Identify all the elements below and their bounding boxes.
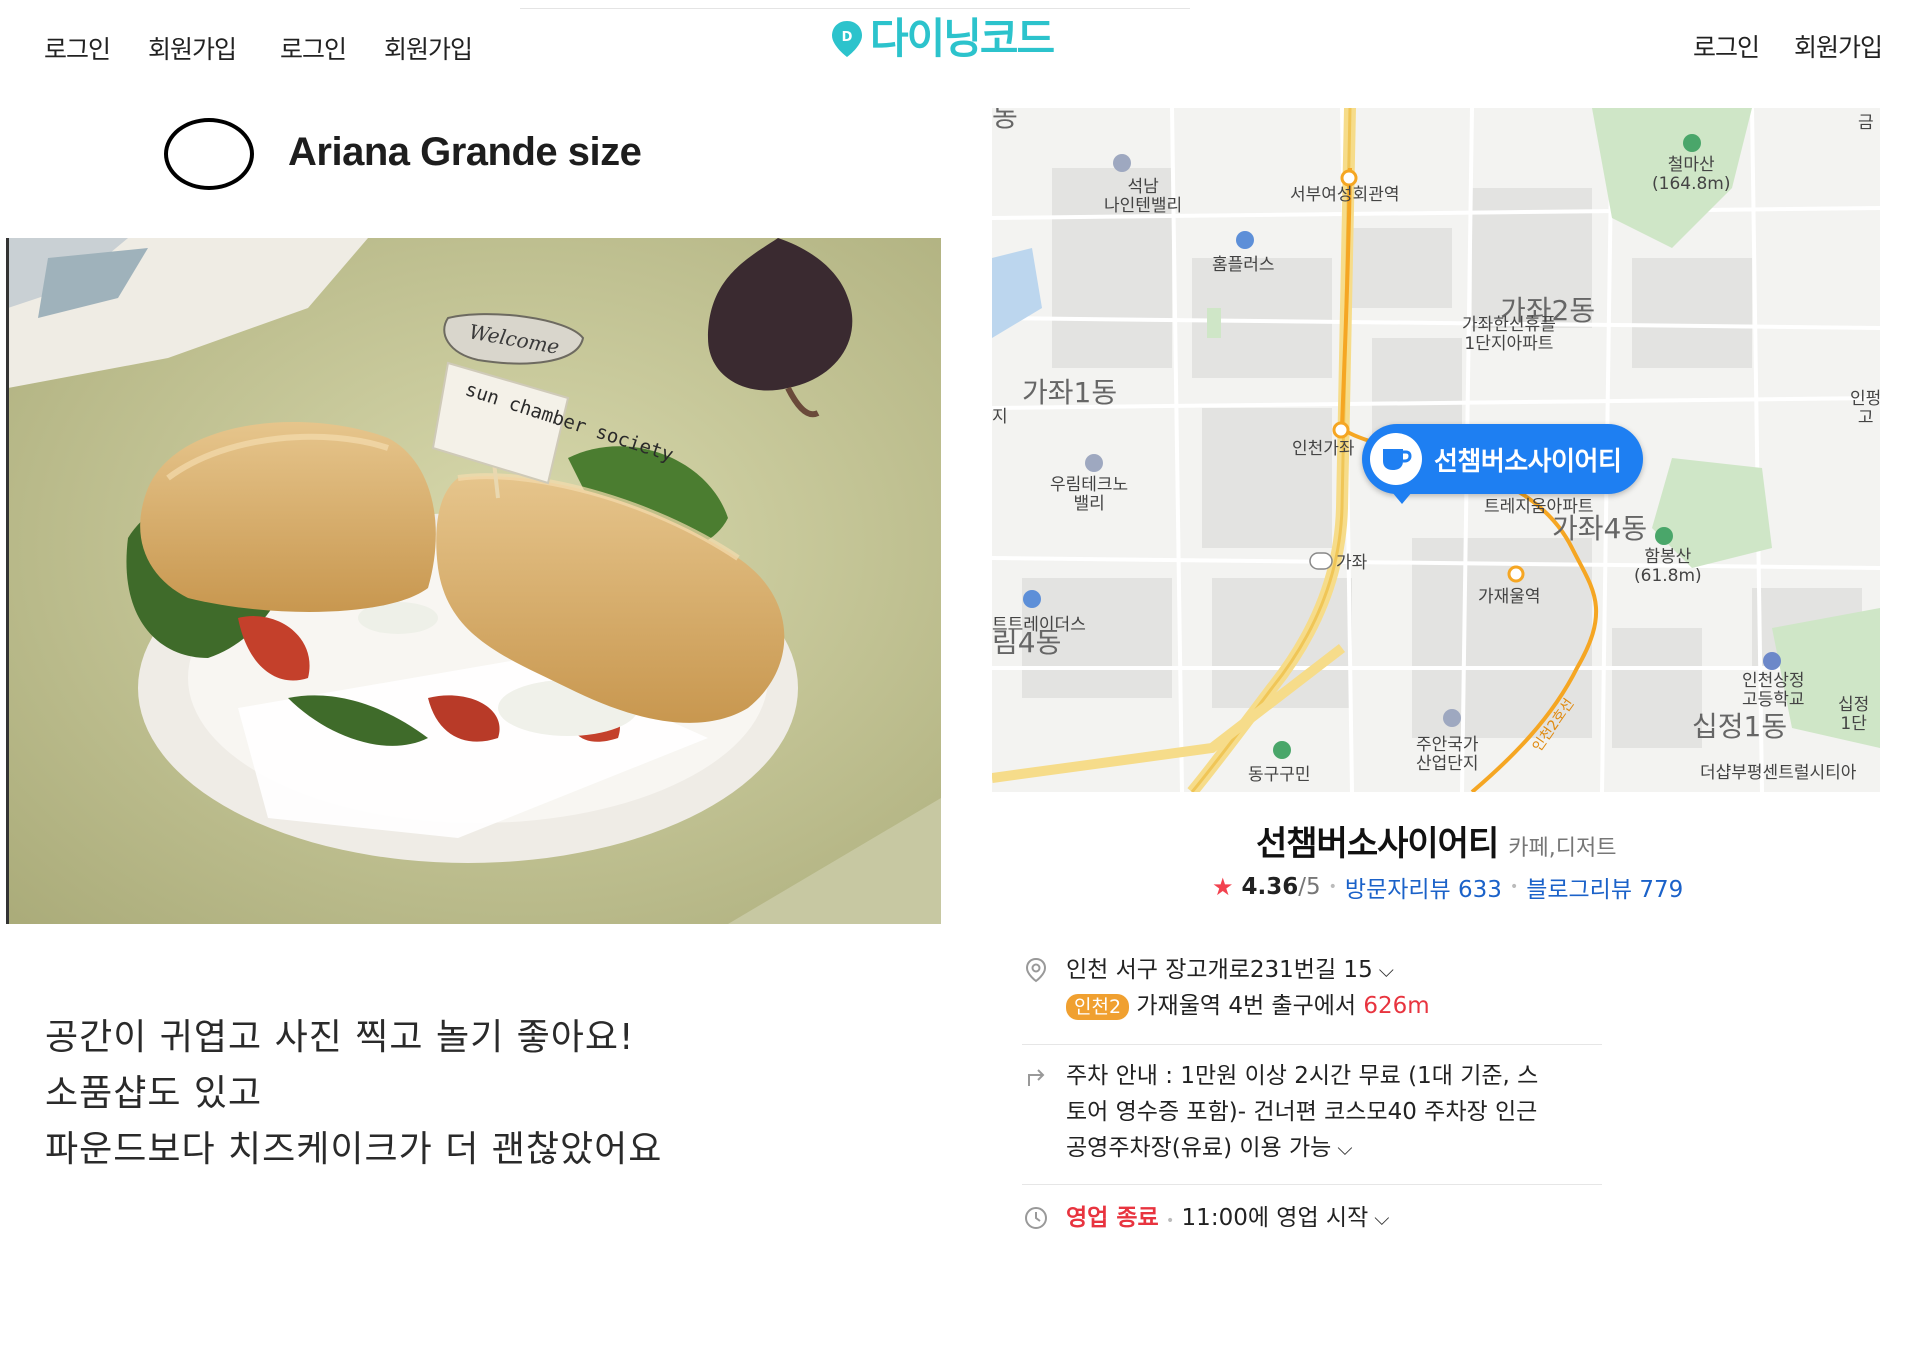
map-label-sangjeong-school: 인천상정 고등학교	[1742, 671, 1805, 710]
map-label-gajaeul-station: 가재울역	[1478, 587, 1541, 607]
parking-line-1: 주차 안내 : 1만원 이상 2시간 무료 (1대 기준, 스	[1066, 1063, 1539, 1089]
login-link-2[interactable]: 로그인	[280, 30, 347, 66]
map-label-sipjeong1: 십정1동	[1692, 710, 1788, 743]
star-icon: ★	[1212, 873, 1234, 901]
subway-distance: 626m	[1363, 993, 1430, 1019]
map-label-edge-right-top: 금	[1858, 113, 1874, 133]
rating-row: ★ 4.36/5 • 방문자리뷰 633 • 블로그리뷰 779	[1212, 870, 1683, 904]
map-label-homeplus: 홈플러스	[1212, 255, 1275, 275]
map-label-thesharp: 더샵부평센트럴시티아	[1700, 763, 1857, 783]
login-link-right[interactable]: 로그인	[1693, 28, 1760, 64]
review-line-3: 파운드보다 치즈케이크가 더 괜찮았어요	[45, 1129, 663, 1170]
rating-max: /5	[1298, 874, 1321, 900]
business-status: 영업 종료	[1066, 1205, 1159, 1231]
map-label-donggu: 동구구민	[1248, 765, 1311, 785]
address-line[interactable]: 인천 서구 장고개로231번길 15 ⌵	[1066, 952, 1430, 988]
parking-line-3[interactable]: 공영주차장(유료) 이용 가능 ⌵	[1066, 1130, 1538, 1166]
subway-directions: 가재울역 4번 출구에서	[1136, 993, 1357, 1019]
site-logo[interactable]: D 다이닝코드	[830, 14, 1055, 63]
signup-link-2[interactable]: 회원가입	[384, 30, 473, 66]
chevron-down-icon[interactable]: ⌵	[1337, 1136, 1352, 1160]
subway-line: 인천2 가재울역 4번 출구에서 626m	[1066, 988, 1430, 1024]
marker-tail	[1392, 492, 1412, 504]
subway-line-badge: 인천2	[1066, 994, 1130, 1020]
blog-reviews-link[interactable]: 블로그리뷰 779	[1526, 870, 1683, 904]
avatar-circle	[164, 118, 254, 190]
map-label-woorim: 우림테크노 밸리	[1050, 475, 1129, 514]
map-view[interactable]: 철마산 (164.8m) 석남 나인텐밸리 서부여성회관역 홈플러스 가좌2동 가좌…	[992, 108, 1880, 792]
map-label-dong4: 림4동	[992, 626, 1062, 659]
login-link[interactable]: 로그인	[44, 30, 111, 66]
map-label-edge-left: 지	[992, 407, 1008, 427]
photo-left-border	[6, 238, 9, 924]
rating-score: 4.36	[1241, 874, 1299, 900]
open-time: 11:00에 영업 시작	[1181, 1205, 1369, 1231]
parking-line-2: 토어 영수증 포함)- 건너편 코스모40 주차장 인근	[1066, 1099, 1538, 1125]
map-label-gajwa1: 가좌1동	[1022, 376, 1118, 409]
map-label-cheolmasan: 철마산 (164.8m)	[1652, 155, 1731, 194]
map-label-juan: 주안국가 산업단지	[1416, 735, 1479, 774]
map-label-seoknam: 석남 나인텐밸리	[1104, 177, 1183, 216]
info-divider	[1022, 1044, 1602, 1045]
location-pin-icon	[1025, 957, 1047, 983]
parking-line-3-text: 공영주차장(유료) 이용 가능	[1066, 1135, 1332, 1161]
cafe-cup-icon	[1370, 433, 1422, 485]
separator-dot: •	[1509, 879, 1519, 895]
map-label-incheon-gajwa: 인천가좌	[1292, 439, 1355, 459]
place-name[interactable]: 선챔버소사이어티	[1256, 816, 1499, 865]
place-map-marker[interactable]: 선챔버소사이어티	[1362, 424, 1644, 504]
post-title: Ariana Grande size	[288, 130, 642, 174]
direction-arrow-icon	[1028, 1069, 1045, 1086]
map-label-ic-gajwa: 가좌	[1336, 553, 1368, 573]
map-label-sipjeong-right: 십정 1단	[1838, 695, 1870, 734]
svg-text:D: D	[842, 30, 853, 45]
header-divider	[520, 8, 1190, 9]
map-label-hambong: 함봉산 (61.8m)	[1634, 547, 1702, 586]
address-row: 인천 서구 장고개로231번길 15 ⌵ 인천2 가재울역 4번 출구에서 626…	[1022, 952, 1430, 1024]
map-label-gajwa4: 가좌4동	[1552, 512, 1648, 545]
logo-text: 다이닝코드	[870, 14, 1055, 63]
separator-dot: •	[1328, 879, 1337, 895]
map-label-gajwa-apt: 가좌한신휴플 1단지아파트	[1462, 315, 1556, 354]
signup-link-right[interactable]: 회원가입	[1794, 28, 1883, 64]
food-photo: Welcome sun chamber society	[8, 238, 941, 924]
logo-pin-icon: D	[832, 21, 862, 57]
chevron-down-icon[interactable]: ⌵	[1379, 958, 1394, 982]
place-category: 카페,디저트	[1508, 836, 1617, 861]
parking-row: 주차 안내 : 1만원 이상 2시간 무료 (1대 기준, 스 토어 영수증 포…	[1022, 1058, 1538, 1166]
review-line-2: 소품샵도 있고	[45, 1073, 263, 1114]
info-divider	[1022, 1184, 1602, 1185]
signup-link[interactable]: 회원가입	[148, 30, 237, 66]
review-text: 공간이 귀엽고 사진 찍고 놀기 좋아요! 소품샵도 있고 파운드보다 치즈케이…	[45, 1010, 662, 1178]
hours-row[interactable]: 영업 종료 • 11:00에 영업 시작 ⌵	[1022, 1200, 1389, 1239]
clock-icon	[1025, 1207, 1047, 1229]
map-label-edge-top: 동	[992, 108, 1018, 133]
map-label-edge-right: 인펑 고	[1850, 389, 1880, 428]
address-text: 인천 서구 장고개로231번길 15	[1066, 957, 1373, 983]
chevron-down-icon[interactable]: ⌵	[1374, 1206, 1389, 1230]
place-header: 선챔버소사이어티 카페,디저트	[1256, 816, 1616, 865]
map-label-seobu-station: 서부여성회관역	[1290, 185, 1400, 205]
visitor-reviews-link[interactable]: 방문자리뷰 633	[1345, 870, 1502, 904]
marker-label: 선챔버소사이어티	[1434, 446, 1622, 477]
review-line-1: 공간이 귀엽고 사진 찍고 놀기 좋아요!	[45, 1017, 635, 1058]
separator-dot: •	[1165, 1213, 1175, 1229]
